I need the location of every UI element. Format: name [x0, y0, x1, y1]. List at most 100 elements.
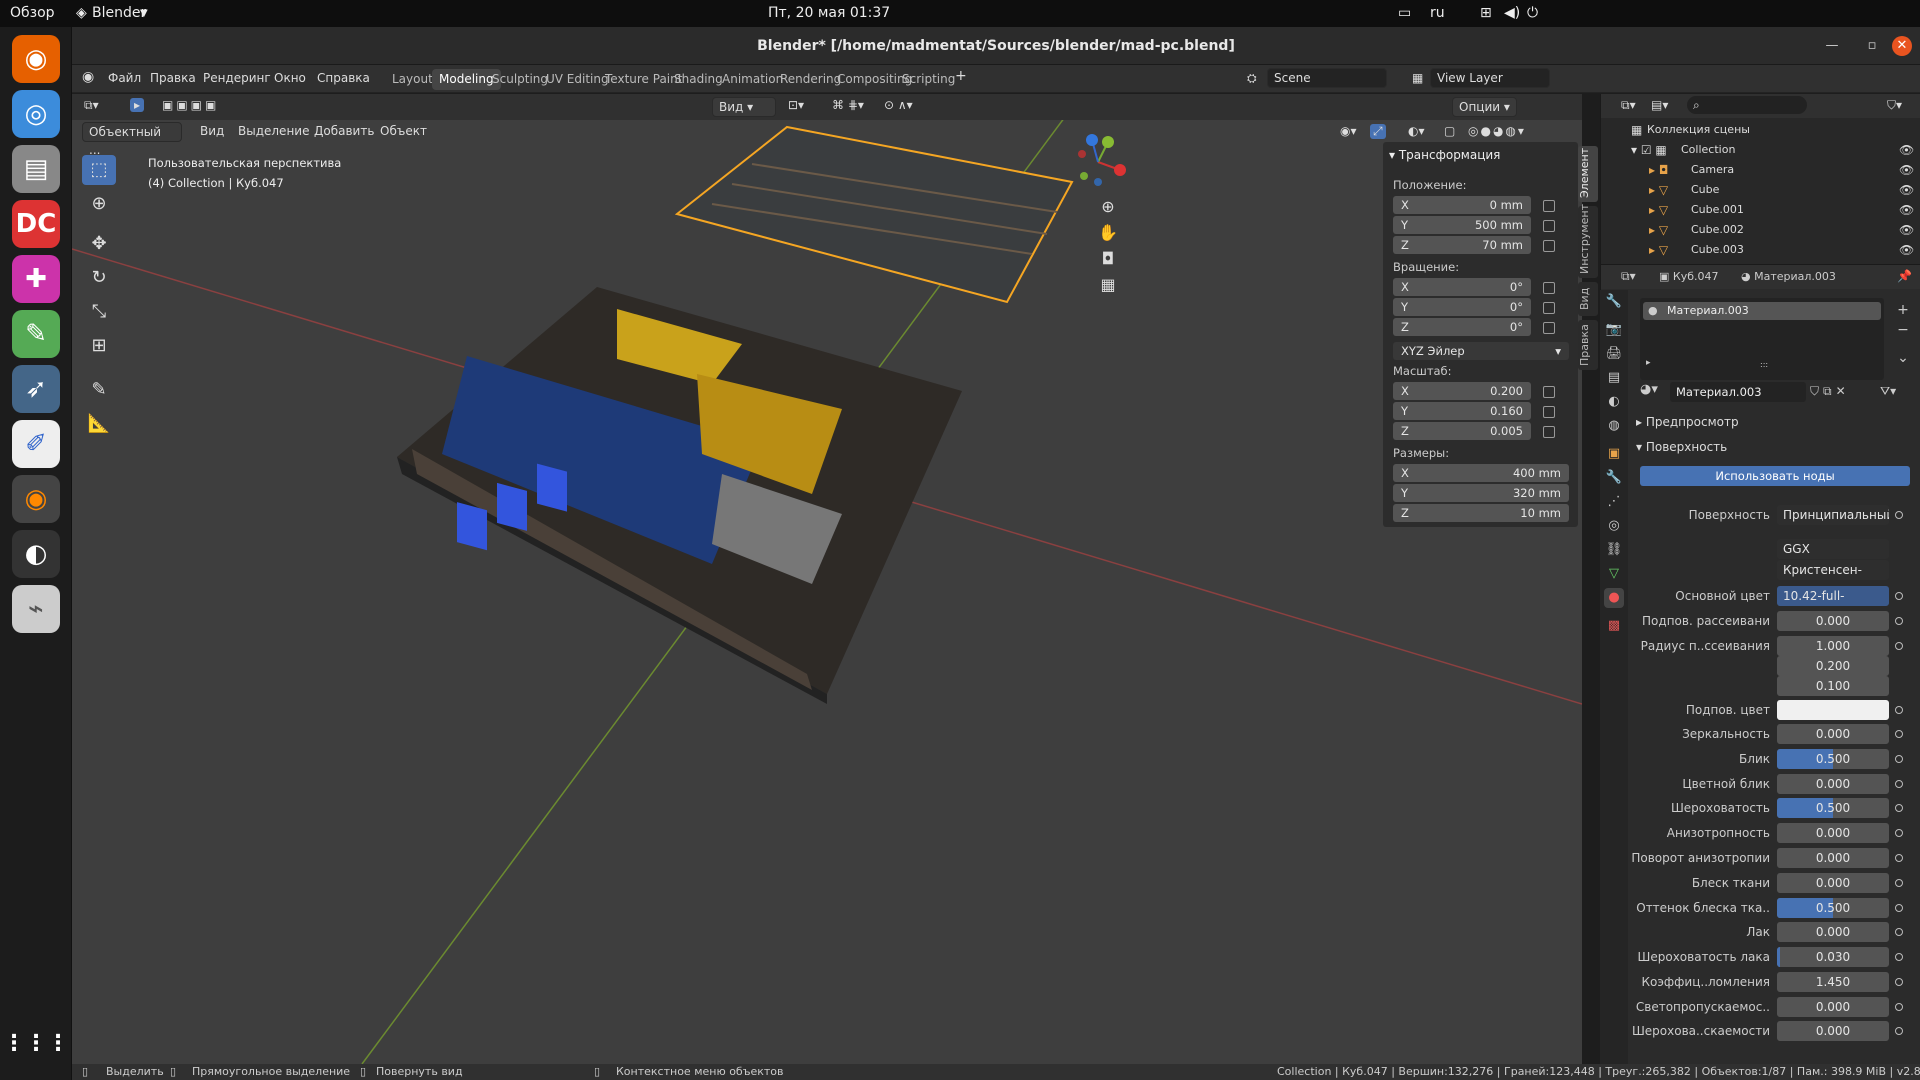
node-socket-icon[interactable] — [1895, 617, 1903, 625]
snap-icon[interactable]: ⌘ ⋕▾ — [832, 98, 864, 112]
node-socket-icon[interactable] — [1895, 592, 1903, 600]
menu-view[interactable]: Вид — [200, 124, 224, 138]
select-box-tool-icon[interactable]: ⬚ — [82, 155, 116, 185]
property-field[interactable]: 0.000 — [1777, 848, 1889, 868]
property-field[interactable]: 0.000 — [1777, 823, 1889, 843]
volume-icon[interactable]: ◀) — [1504, 5, 1520, 21]
clock[interactable]: Пт, 20 мая 01:37 — [768, 5, 890, 21]
outliner-collection[interactable]: ▾ ☑ ▦ Collection 👁 — [1601, 140, 1920, 160]
display-mode-icon[interactable]: ⧉▾ — [1621, 98, 1636, 113]
node-socket-icon[interactable] — [1895, 755, 1903, 763]
overlay-icon[interactable]: ◐▾ — [1408, 124, 1425, 138]
tool-tab-icon[interactable]: 🔧 — [1604, 292, 1624, 312]
lock-icon[interactable] — [1543, 282, 1555, 294]
chrome-icon[interactable]: ◎ — [12, 90, 60, 138]
maximize-button[interactable]: ▫ — [1862, 36, 1882, 56]
slot-menu-icon[interactable]: ⌄ — [1896, 348, 1910, 368]
lock-icon[interactable] — [1543, 426, 1555, 438]
world-tab-icon[interactable]: ◍ — [1604, 416, 1624, 436]
editor-type-icon[interactable]: ⧉▾ — [1621, 269, 1636, 284]
dimension-x-field[interactable]: X 400 mm — [1393, 464, 1569, 482]
add-slot-button[interactable]: + — [1896, 300, 1910, 320]
property-field[interactable]: 0.200 — [1777, 656, 1889, 676]
property-field[interactable]: 0.000 — [1777, 997, 1889, 1017]
cursor-tool-icon[interactable]: ⊕ — [82, 189, 116, 219]
property-field[interactable]: 0.000 — [1777, 922, 1889, 942]
property-field[interactable]: Принципиальный... — [1777, 505, 1889, 525]
select-mode-icon[interactable]: ▸ — [130, 98, 145, 112]
property-field[interactable]: 0.000 — [1777, 774, 1889, 794]
menu-file[interactable]: Файл — [108, 71, 141, 85]
use-nodes-button[interactable]: Использовать ноды — [1640, 466, 1910, 486]
outliner-item-cube[interactable]: ▸ ▽ Cube 👁 — [1601, 180, 1920, 200]
remove-slot-button[interactable]: − — [1896, 320, 1910, 340]
lock-icon[interactable] — [1543, 240, 1555, 252]
outliner-item-cube-002[interactable]: ▸ ▽ Cube.002 👁 — [1601, 220, 1920, 240]
move-tool-icon[interactable]: ✥ — [82, 229, 116, 259]
surface-panel-header[interactable]: ▾ Поверхность — [1636, 440, 1727, 454]
property-field[interactable]: 0.000 — [1777, 611, 1889, 631]
lock-icon[interactable] — [1543, 386, 1555, 398]
rotation-y-field[interactable]: Y 0° — [1393, 298, 1531, 316]
camera-view-icon[interactable]: ◘ — [1098, 246, 1118, 272]
network-icon[interactable]: ⊞ — [1480, 5, 1492, 21]
tab-scripting[interactable]: Scripting — [895, 69, 962, 90]
menu-object[interactable]: Объект — [380, 124, 427, 138]
activities-button[interactable]: Обзор — [10, 5, 55, 21]
node-socket-icon[interactable] — [1895, 706, 1903, 714]
selection-modes[interactable]: ▣▣▣▣ — [162, 98, 219, 112]
menu-add[interactable]: Добавить — [314, 124, 374, 138]
expand-icon[interactable]: ▸ — [1646, 358, 1651, 368]
minimize-button[interactable]: — — [1822, 36, 1842, 56]
location-x-field[interactable]: X0 mm — [1393, 196, 1531, 214]
material-slot[interactable]: Материал.003 — [1643, 302, 1881, 320]
render-tab-icon[interactable]: 📷 — [1604, 320, 1624, 340]
menu-edit[interactable]: Правка — [150, 71, 196, 85]
rocket-icon[interactable]: ➶ — [12, 365, 60, 413]
tab-tool[interactable]: Инструмент — [1578, 204, 1598, 278]
material-tab-icon[interactable]: ● — [1604, 588, 1624, 608]
lock-icon[interactable] — [1543, 220, 1555, 232]
filter-icon[interactable]: ⛉▾ — [1887, 98, 1902, 113]
node-socket-icon[interactable] — [1895, 642, 1903, 650]
output-tab-icon[interactable]: 🖨 — [1604, 344, 1624, 364]
material-datablock-buttons[interactable]: ⛉⧉✕ — [1810, 384, 1850, 399]
proportional-edit-icon[interactable]: ⊙ ∧▾ — [884, 98, 913, 112]
app-center-icon[interactable]: ✚ — [12, 255, 60, 303]
property-field[interactable]: 0.500 — [1777, 798, 1889, 818]
node-socket-icon[interactable] — [1895, 1027, 1903, 1035]
location-z-field[interactable]: Z 70 mm — [1393, 236, 1531, 254]
constraints-tab-icon[interactable]: ⛓ — [1604, 540, 1624, 560]
rotation-z-field[interactable]: Z 0° — [1393, 318, 1531, 336]
dimension-z-field[interactable]: Z 10 mm — [1393, 504, 1569, 522]
node-socket-icon[interactable] — [1895, 978, 1903, 986]
grid-projection-icon[interactable]: ▦ — [1098, 272, 1118, 298]
property-field[interactable]: 0.100 — [1777, 676, 1889, 696]
files-icon[interactable]: ▤ — [12, 145, 60, 193]
search-input[interactable]: ⌕ — [1687, 96, 1807, 114]
outliner-item-camera[interactable]: ▸ ◘ Camera 👁 — [1601, 160, 1920, 180]
scale-y-field[interactable]: Y 0.160 — [1393, 402, 1531, 420]
node-socket-icon[interactable] — [1895, 854, 1903, 862]
material-name-field[interactable]: Материал.003 — [1670, 382, 1806, 402]
outliner-item-cube-003[interactable]: ▸ ▽ Cube.003 👁 — [1601, 240, 1920, 260]
blender-logo-icon[interactable]: ◉ — [82, 69, 94, 85]
node-socket-icon[interactable] — [1895, 879, 1903, 887]
scene-selector[interactable]: Scene — [1267, 68, 1387, 88]
preview-panel-header[interactable]: ▸ Предпросмотр — [1636, 415, 1739, 429]
gimp-icon[interactable]: ◐ — [12, 530, 60, 578]
texture-tab-icon[interactable]: ▩ — [1604, 616, 1624, 636]
node-socket-icon[interactable] — [1895, 1003, 1903, 1011]
modifier-tab-icon[interactable]: 🔧 — [1604, 468, 1624, 488]
material-browse-icon[interactable]: ◕▾ — [1640, 382, 1658, 397]
usb-icon[interactable]: ⌁ — [12, 585, 60, 633]
menu-render[interactable]: Рендеринг — [203, 71, 271, 85]
rotation-mode-dropdown[interactable]: XYZ Эйлер ▾ — [1393, 342, 1569, 360]
rotate-tool-icon[interactable]: ↻ — [82, 263, 116, 293]
view-layer-selector[interactable]: View Layer — [1430, 68, 1550, 88]
data-tab-icon[interactable]: ▽ — [1604, 564, 1624, 584]
lock-icon[interactable] — [1543, 406, 1555, 418]
node-socket-icon[interactable] — [1895, 780, 1903, 788]
blender-dock-icon[interactable]: ◉ — [12, 475, 60, 523]
text-editor-icon[interactable]: ✎ — [12, 310, 60, 358]
